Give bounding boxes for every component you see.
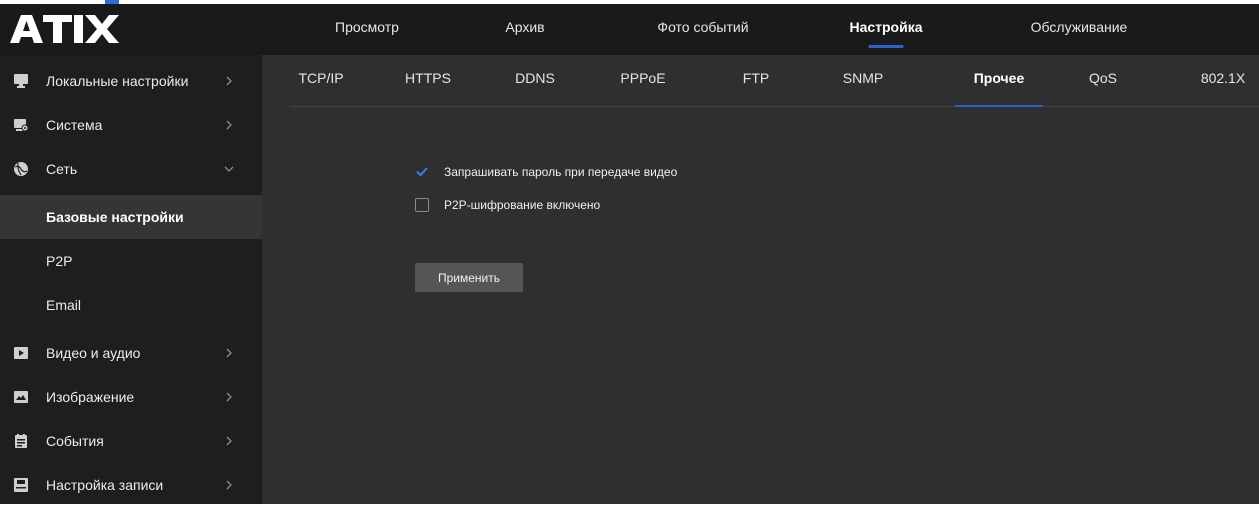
sidebar-item-events[interactable]: События — [0, 419, 262, 463]
top-nav-maintenance[interactable]: Обслуживание — [1014, 4, 1144, 55]
chevron-right-icon — [222, 390, 236, 404]
tab-tcpip[interactable]: TCP/IP — [290, 55, 352, 106]
sidebar-subitem-label: P2P — [46, 253, 73, 269]
tab-ddns[interactable]: DDNS — [505, 55, 565, 106]
sidebar-item-label: Настройка записи — [46, 477, 164, 493]
record-icon — [13, 477, 29, 493]
sidebar-item-system[interactable]: Система — [0, 103, 262, 147]
password-video-checkbox[interactable] — [415, 165, 429, 179]
tab-label: Прочее — [973, 70, 1025, 86]
tab-pppoe[interactable]: PPPoE — [608, 55, 678, 106]
system-icon — [13, 117, 29, 133]
events-icon — [13, 433, 29, 449]
top-nav-settings[interactable]: Настройка — [836, 4, 936, 55]
sidebar-subitem-basic-settings[interactable]: Базовые настройки — [0, 195, 262, 239]
app-window: Просмотр Архив Фото событий Настройка Об… — [0, 4, 1259, 504]
top-nav-label: Настройка — [849, 19, 923, 35]
sidebar-item-local-settings[interactable]: Локальные настройки — [0, 59, 262, 103]
password-video-label: Запрашивать пароль при передаче видео — [444, 165, 678, 179]
top-nav-event-photos[interactable]: Фото событий — [638, 4, 768, 55]
top-nav-label: Просмотр — [335, 19, 399, 35]
chevron-down-icon — [222, 162, 236, 176]
tab-snmp[interactable]: SNMP — [831, 55, 895, 106]
tab-qos[interactable]: QoS — [1079, 55, 1127, 106]
chevron-right-icon — [222, 434, 236, 448]
sidebar-item-label: Локальные настройки — [46, 73, 189, 89]
chevron-right-icon — [222, 478, 236, 492]
sidebar-subitem-email[interactable]: Email — [0, 283, 262, 327]
sidebar-item-video-audio[interactable]: Видео и аудио — [0, 331, 262, 375]
sidebar-subitem-p2p[interactable]: P2P — [0, 239, 262, 283]
monitor-icon — [13, 73, 29, 89]
network-tabs: TCP/IP HTTPS DDNS PPPoE FTP SNMP Прочее — [290, 55, 1259, 107]
image-icon — [13, 389, 29, 405]
sidebar: Локальные настройки Система Сеть Базовые… — [0, 55, 262, 504]
p2p-encryption-label: P2P-шифрование включено — [444, 198, 601, 212]
top-header: Просмотр Архив Фото событий Настройка Об… — [0, 4, 1259, 55]
sidebar-item-network[interactable]: Сеть — [0, 147, 262, 191]
tab-label: DDNS — [515, 70, 555, 86]
tab-other[interactable]: Прочее — [955, 55, 1043, 107]
active-tab-indicator — [955, 105, 1043, 107]
tab-label: PPPoE — [620, 70, 666, 86]
tab-label: QoS — [1088, 70, 1117, 86]
tab-label: HTTPS — [405, 70, 451, 86]
sidebar-item-label: Видео и аудио — [46, 345, 141, 361]
sidebar-item-label: Изображение — [46, 389, 135, 405]
active-nav-indicator — [868, 45, 904, 48]
tab-label: TCP/IP — [298, 70, 344, 86]
sidebar-subitem-label: Базовые настройки — [46, 209, 184, 225]
sidebar-item-image[interactable]: Изображение — [0, 375, 262, 419]
chevron-right-icon — [222, 118, 236, 132]
network-icon — [13, 161, 29, 177]
video-icon — [13, 345, 29, 361]
tab-ftp[interactable]: FTP — [733, 55, 779, 106]
option-p2p-encryption[interactable]: P2P-шифрование включено — [415, 196, 600, 214]
sidebar-item-label: События — [46, 433, 104, 449]
chevron-right-icon — [222, 346, 236, 360]
tab-label: 802.1X — [1200, 70, 1246, 86]
top-nav-archive[interactable]: Архив — [490, 4, 560, 55]
tab-8021x[interactable]: 802.1X — [1190, 55, 1256, 106]
apply-button[interactable]: Применить — [415, 263, 523, 292]
sidebar-subitem-label: Email — [46, 297, 82, 313]
sidebar-item-record-settings[interactable]: Настройка записи — [0, 463, 262, 507]
top-nav-label: Фото событий — [657, 19, 749, 35]
tab-https[interactable]: HTTPS — [393, 55, 463, 106]
chevron-right-icon — [222, 74, 236, 88]
top-nav-view[interactable]: Просмотр — [322, 4, 412, 55]
sidebar-item-label: Сеть — [46, 161, 78, 177]
tab-label: SNMP — [842, 70, 884, 86]
p2p-encryption-checkbox[interactable] — [415, 198, 429, 212]
option-password-video[interactable]: Запрашивать пароль при передаче видео — [415, 163, 677, 181]
tab-label: FTP — [742, 70, 770, 86]
main-content: TCP/IP HTTPS DDNS PPPoE FTP SNMP Прочее — [262, 55, 1259, 504]
top-nav-label: Архив — [505, 19, 545, 35]
top-nav-label: Обслуживание — [1030, 19, 1128, 35]
sidebar-item-label: Система — [46, 117, 103, 133]
atix-logo — [10, 13, 128, 43]
brand-accent-mark — [105, 0, 119, 4]
